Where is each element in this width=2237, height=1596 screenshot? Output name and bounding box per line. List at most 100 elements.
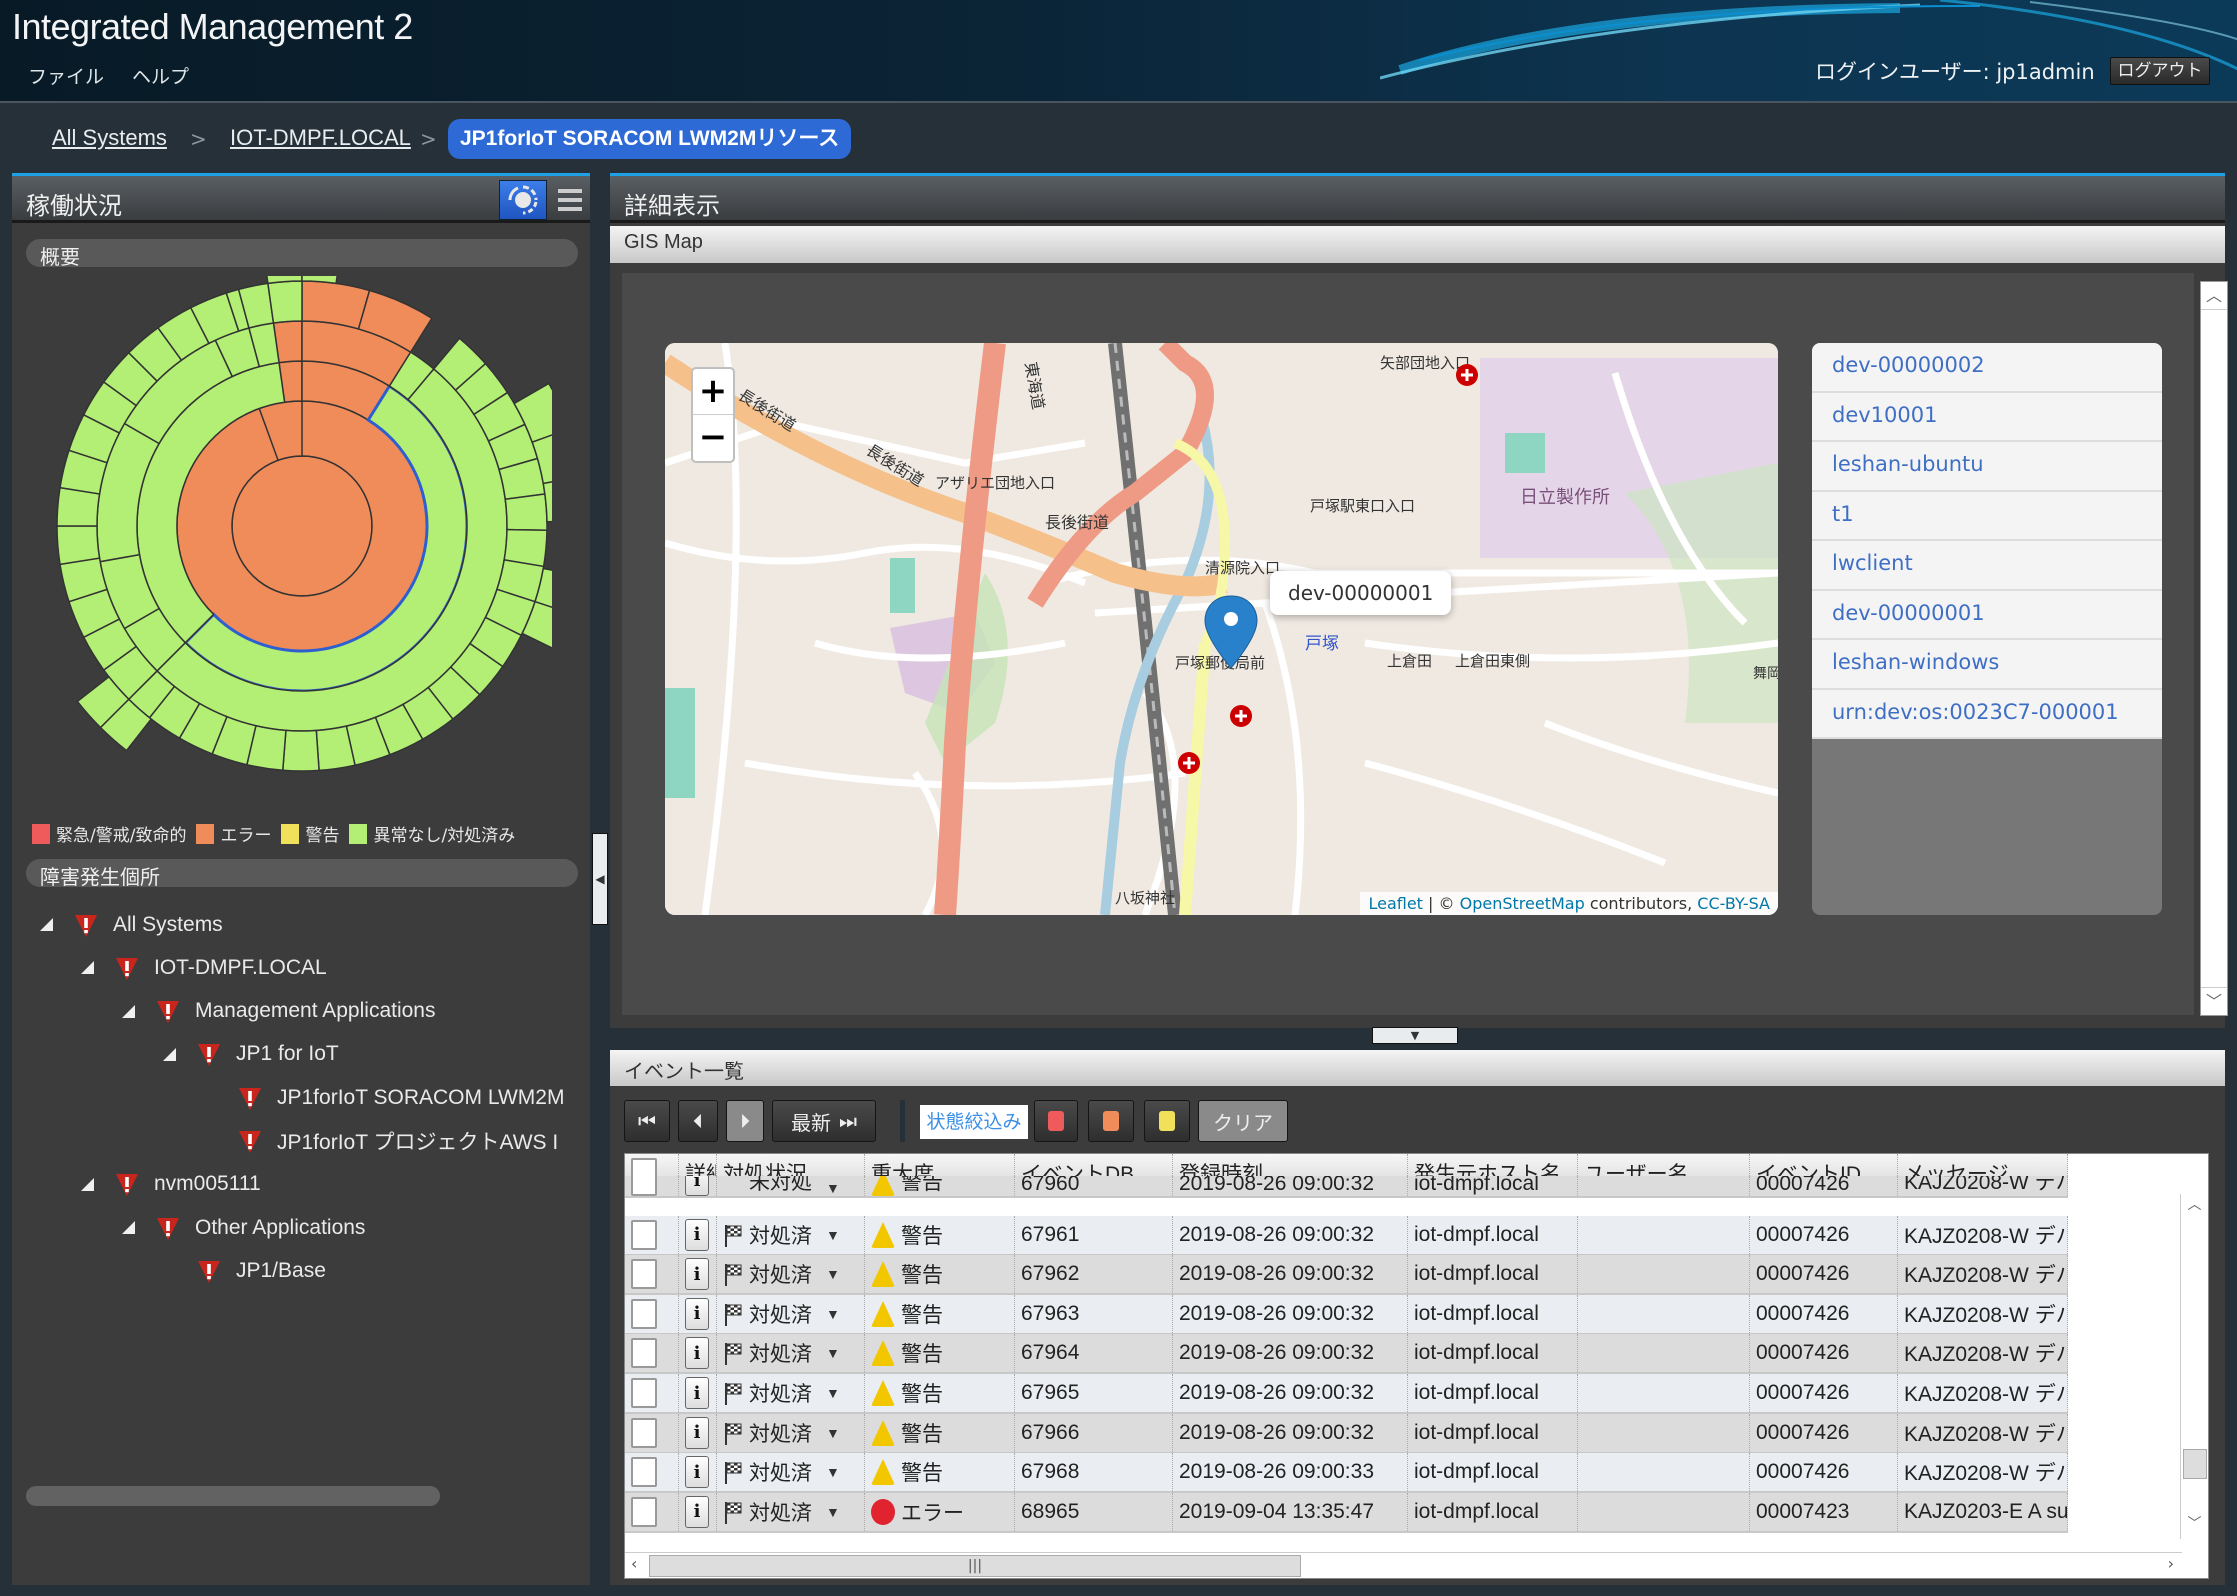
row-checkbox[interactable] [631, 1457, 657, 1488]
table-row[interactable]: i 対処済 ▼ 警告 67965 2019-08-26 09:00:32 iot-dmpf.… [625, 1374, 2068, 1414]
scroll-left-icon[interactable]: ‹ [631, 1554, 637, 1573]
table-cell[interactable] [625, 1294, 679, 1333]
tree-node[interactable]: JP1 for IoT [163, 1033, 339, 1076]
table-row[interactable]: i 対処済 ▼ 警告 67968 2019-08-26 09:00:33 iot-dmpf.… [625, 1453, 2068, 1494]
zoom-in-button[interactable]: + [693, 369, 733, 415]
table-cell[interactable] [625, 1334, 679, 1373]
filter-critical-button[interactable] [1034, 1100, 1078, 1142]
info-icon[interactable]: i [685, 1495, 709, 1528]
next-page-button[interactable]: ⏵ [726, 1100, 764, 1142]
scroll-down-icon[interactable]: ﹀ [2201, 987, 2227, 1015]
status-dropdown-icon[interactable]: ▼ [826, 1504, 840, 1520]
table-cell[interactable]: i [679, 1255, 717, 1294]
tree-node[interactable]: JP1forIoT SORACOM LWM2M [204, 1076, 564, 1119]
expand-toggle-icon[interactable] [81, 1177, 94, 1191]
device-list-item[interactable]: dev10001 [1812, 392, 2162, 442]
row-checkbox[interactable] [631, 1259, 657, 1290]
status-dropdown-icon[interactable]: ▼ [826, 1227, 840, 1243]
device-list-item[interactable]: dev-00000002 [1812, 343, 2162, 393]
breadcrumb-all-systems[interactable]: All Systems [52, 125, 167, 151]
table-row[interactable]: i 対処済 ▼ 警告 67963 2019-08-26 09:00:32 iot-dmpf.… [625, 1294, 2068, 1335]
row-checkbox[interactable] [631, 1338, 657, 1369]
table-cell[interactable]: 対処済 ▼ [717, 1255, 865, 1294]
table-cell[interactable]: i [679, 1374, 717, 1412]
prev-page-button[interactable]: ⏴ [678, 1100, 718, 1142]
sunburst-chart[interactable] [52, 276, 552, 776]
row-checkbox[interactable] [631, 1378, 657, 1408]
table-cell[interactable]: 対処済 ▼ [717, 1453, 865, 1492]
device-list-item[interactable]: lwclient [1812, 541, 2162, 591]
table-cell[interactable]: 対処済 ▼ [717, 1294, 865, 1333]
device-list-item[interactable]: leshan-ubuntu [1812, 442, 2162, 492]
table-cell[interactable] [625, 1215, 679, 1254]
status-dropdown-icon[interactable]: ▼ [826, 1266, 840, 1282]
clear-filter-button[interactable]: クリア [1198, 1100, 1288, 1142]
expand-toggle-icon[interactable] [122, 1221, 135, 1235]
sunburst-segment-level4[interactable] [281, 729, 320, 772]
first-page-button[interactable]: ⏮ [624, 1100, 670, 1142]
sunburst-view-button[interactable] [499, 180, 547, 220]
status-dropdown-icon[interactable]: ▼ [826, 1345, 840, 1361]
left-panel-collapse-handle[interactable]: ◀ [592, 833, 608, 925]
tree-node[interactable]: All Systems [40, 903, 223, 946]
license-link[interactable]: CC-BY-SA [1697, 894, 1770, 913]
device-list-item[interactable]: t1 [1812, 491, 2162, 541]
status-dropdown-icon[interactable]: ▼ [826, 1425, 840, 1441]
expand-toggle-icon[interactable] [163, 1047, 176, 1061]
breadcrumb-current[interactable]: JP1forIoT SORACOM LWM2Mリソース [448, 119, 852, 159]
latest-button[interactable]: 最新 ⏭ [772, 1100, 876, 1142]
status-filter-label[interactable]: 状態絞込み [920, 1105, 1028, 1139]
event-panel-collapse-handle[interactable]: ▼ [1372, 1027, 1458, 1044]
list-view-button[interactable] [552, 180, 588, 220]
expand-toggle-icon[interactable] [81, 961, 94, 975]
info-icon[interactable]: i [685, 1176, 709, 1196]
menu-help[interactable]: ヘルプ [132, 62, 189, 89]
device-list-item[interactable]: leshan-windows [1812, 640, 2162, 690]
filter-error-button[interactable] [1088, 1100, 1134, 1142]
tree-node[interactable]: Management Applications [122, 990, 436, 1033]
table-cell[interactable]: i [679, 1215, 717, 1254]
row-checkbox[interactable] [631, 1496, 657, 1527]
info-icon[interactable]: i [685, 1416, 709, 1449]
status-dropdown-icon[interactable]: ▼ [826, 1464, 840, 1480]
sunburst-segment-level4[interactable] [267, 280, 303, 324]
table-cell[interactable]: 対処済 ▼ [717, 1215, 865, 1254]
info-icon[interactable]: i [685, 1456, 709, 1489]
row-checkbox[interactable] [631, 1176, 657, 1196]
scroll-up-icon[interactable]: ︿ [2201, 282, 2227, 310]
gis-vertical-scrollbar[interactable]: ︿ ﹀ [2200, 281, 2228, 1016]
table-cell[interactable] [625, 1176, 679, 1196]
tree-node[interactable]: JP1forIoT プロジェクトAWS I [204, 1120, 558, 1163]
expand-toggle-icon[interactable] [40, 918, 53, 931]
table-cell[interactable]: 対処済 ▼ [717, 1374, 865, 1412]
table-cell[interactable]: 未対処 ▼ [717, 1176, 865, 1196]
table-cell[interactable]: i [679, 1492, 717, 1531]
row-checkbox[interactable] [631, 1417, 657, 1448]
menu-file[interactable]: ファイル [28, 62, 104, 89]
scrollbar-thumb[interactable]: ||| [649, 1555, 1301, 1577]
table-cell[interactable]: i [679, 1176, 717, 1196]
breadcrumb-iot-dmpf[interactable]: IOT-DMPF.LOCAL [230, 125, 411, 151]
info-icon[interactable]: i [685, 1258, 709, 1291]
table-row[interactable]: i 対処済 ▼ 警告 67961 2019-08-26 09:00:32 iot-dmpf.… [625, 1215, 2068, 1256]
table-cell[interactable]: i [679, 1294, 717, 1333]
info-icon[interactable]: i [685, 1377, 709, 1409]
table-cell[interactable] [625, 1453, 679, 1492]
table-row[interactable]: i 対処済 ▼ 警告 67962 2019-08-26 09:00:32 iot-dmpf.… [625, 1255, 2068, 1296]
row-checkbox[interactable] [631, 1219, 657, 1250]
device-list-item[interactable]: urn:dev:os:0023C7-000001 [1812, 689, 2162, 739]
table-vertical-scrollbar[interactable]: ︿ ﹀ [2180, 1194, 2208, 1539]
table-cell[interactable] [625, 1255, 679, 1294]
table-row[interactable]: i 対処済 ▼ 警告 67964 2019-08-26 09:00:32 iot-dmpf.… [625, 1334, 2068, 1375]
row-checkbox[interactable] [631, 1298, 657, 1329]
map-view[interactable]: 長後街道 長後街道 長後街道 アザリエ団地入口 東海道 清源院入口 戸塚郵便局前… [665, 343, 1778, 915]
tree-horizontal-scrollbar[interactable] [26, 1486, 440, 1506]
scroll-up-icon[interactable]: ︿ [2181, 1194, 2208, 1220]
tree-node[interactable]: IOT-DMPF.LOCAL [81, 946, 327, 989]
tree-node[interactable]: JP1/Base [163, 1249, 326, 1292]
zoom-out-button[interactable]: − [693, 415, 733, 461]
table-cell[interactable]: 対処済 ▼ [717, 1413, 865, 1452]
table-row[interactable]: i 対処済 ▼ 警告 67966 2019-08-26 09:00:32 iot-dmpf.… [625, 1413, 2068, 1454]
table-cell[interactable] [625, 1492, 679, 1531]
device-list-item[interactable]: dev-00000001 [1812, 590, 2162, 640]
